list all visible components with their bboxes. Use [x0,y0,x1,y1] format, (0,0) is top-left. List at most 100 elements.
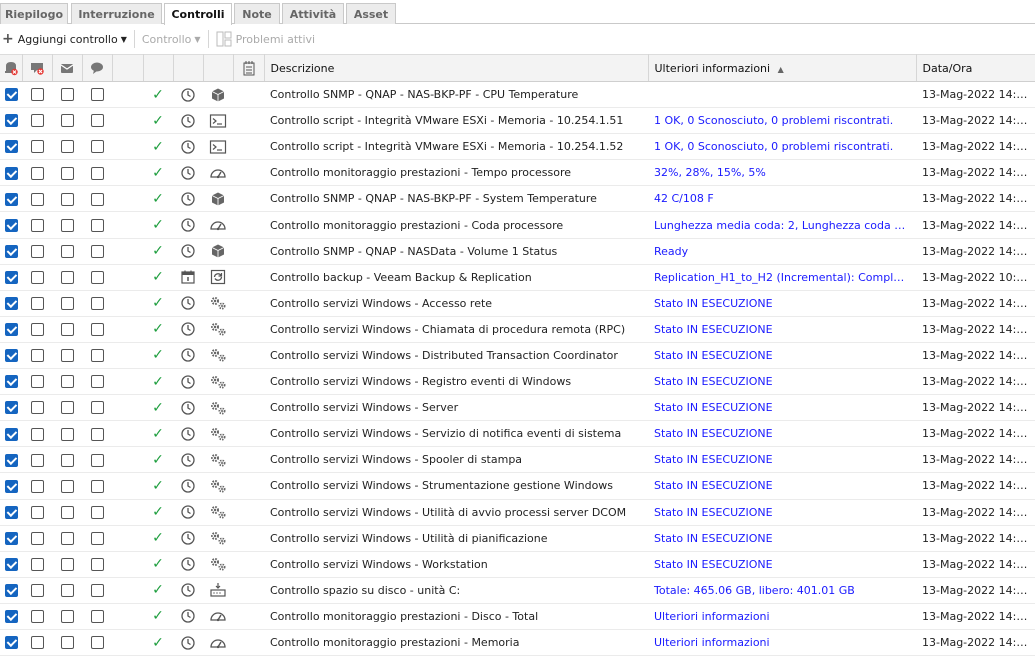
check-info-link[interactable]: Totale: 465.06 GB, libero: 401.01 GB [648,577,916,604]
alert-checkbox[interactable] [60,114,74,128]
check-info-link[interactable]: Ulteriori informazioni [648,629,916,656]
row-select-checkbox[interactable] [4,453,18,467]
alert-checkbox[interactable] [60,427,74,441]
alarm-checkbox[interactable] [30,427,44,441]
alarm-checkbox[interactable] [30,505,44,519]
alert-checkbox[interactable] [60,140,74,154]
alert-checkbox[interactable] [60,505,74,519]
alert-checkbox[interactable] [60,375,74,389]
alarm-checkbox[interactable] [30,192,44,206]
row-select-checkbox[interactable] [4,166,18,180]
check-info-link[interactable]: Stato IN ESECUZIONE [648,551,916,578]
row-select-checkbox[interactable] [4,323,18,337]
alarm-checkbox[interactable] [30,88,44,102]
alert-checkbox[interactable] [60,297,74,311]
row-select-checkbox[interactable] [4,88,18,102]
alert-checkbox[interactable] [60,218,74,232]
mail-checkbox[interactable] [90,610,104,624]
tab-attivita[interactable]: Attività [282,3,344,24]
mail-checkbox[interactable] [90,88,104,102]
row-select-checkbox[interactable] [4,636,18,650]
col-header-date[interactable]: Data/Ora [916,54,1035,82]
table-row[interactable]: ✓ Controllo servizi Windows - Servizio di… [0,420,1035,448]
row-select-checkbox[interactable] [4,584,18,598]
mail-checkbox[interactable] [90,401,104,415]
table-row[interactable]: ✓ Controllo servizi Windows - Registro ev… [0,368,1035,396]
col-header-alert[interactable] [22,54,53,82]
row-select-checkbox[interactable] [4,270,18,284]
add-check-button[interactable]: + Aggiungi controllo ▼ [0,28,130,50]
table-row[interactable]: ✓ Controllo monitoraggio prestazioni - Co… [0,211,1035,239]
col-header-notes[interactable] [233,54,265,82]
row-select-checkbox[interactable] [4,244,18,258]
alert-checkbox[interactable] [60,610,74,624]
row-select-checkbox[interactable] [4,192,18,206]
alert-checkbox[interactable] [60,166,74,180]
row-select-checkbox[interactable] [4,140,18,154]
table-row[interactable]: ✓ Controllo monitoraggio prestazioni - Me… [0,629,1035,656]
alert-checkbox[interactable] [60,453,74,467]
check-info-link[interactable]: Stato IN ESECUZIONE [648,420,916,448]
check-info-link[interactable]: Stato IN ESECUZIONE [648,446,916,474]
alert-checkbox[interactable] [60,584,74,598]
row-select-checkbox[interactable] [4,610,18,624]
check-info-link[interactable]: Stato IN ESECUZIONE [648,394,916,422]
mail-checkbox[interactable] [90,557,104,571]
table-row[interactable]: ✓ Controllo monitoraggio prestazioni - Te… [0,159,1035,187]
alert-checkbox[interactable] [60,401,74,415]
table-row[interactable]: ✓ Controllo servizi Windows - Utilità di … [0,525,1035,552]
tab-asset[interactable]: Asset [346,3,396,24]
alert-checkbox[interactable] [60,244,74,258]
mail-checkbox[interactable] [90,505,104,519]
alarm-checkbox[interactable] [30,140,44,154]
row-select-checkbox[interactable] [4,375,18,389]
row-select-checkbox[interactable] [4,297,18,311]
check-info-link[interactable]: Stato IN ESECUZIONE [648,499,916,526]
mail-checkbox[interactable] [90,323,104,337]
check-info-link[interactable]: 1 OK, 0 Sconosciuto, 0 problemi riscontr… [648,133,916,161]
check-info-link[interactable]: Stato IN ESECUZIONE [648,472,916,500]
check-info-link[interactable]: 42 C/108 F [648,185,916,213]
row-select-checkbox[interactable] [4,401,18,415]
check-info-link[interactable]: Replication_H1_to_H2 (Incremental): Comp… [648,264,916,291]
table-row[interactable]: ✓ Controllo spazio su disco - unità C: Tot… [0,577,1035,604]
table-row[interactable]: ✓ Controllo SNMP - QNAP - NAS-BKP-PF - Sy… [0,185,1035,213]
row-select-checkbox[interactable] [4,114,18,128]
table-row[interactable]: ✓ Controllo script - Integrità VMware ESX… [0,133,1035,161]
mail-checkbox[interactable] [90,140,104,154]
mail-checkbox[interactable] [90,297,104,311]
row-select-checkbox[interactable] [4,479,18,493]
mail-checkbox[interactable] [90,584,104,598]
alert-checkbox[interactable] [60,349,74,363]
alarm-checkbox[interactable] [30,270,44,284]
alert-checkbox[interactable] [60,479,74,493]
mail-checkbox[interactable] [90,270,104,284]
col-header-info[interactable]: Ulteriori informazioni ▲ [648,54,917,82]
alert-checkbox[interactable] [60,88,74,102]
mail-checkbox[interactable] [90,349,104,363]
alert-checkbox[interactable] [60,531,74,545]
check-info-link[interactable]: 32%, 28%, 15%, 5% [648,159,916,187]
table-row[interactable]: ✓ Controllo servizi Windows - Utilità di … [0,499,1035,526]
alarm-checkbox[interactable] [30,297,44,311]
mail-checkbox[interactable] [90,453,104,467]
mail-checkbox[interactable] [90,427,104,441]
table-row[interactable]: ✓ Controllo servizi Windows - Strumentazi… [0,472,1035,500]
alarm-checkbox[interactable] [30,244,44,258]
check-info-link[interactable]: 1 OK, 0 Sconosciuto, 0 problemi riscontr… [648,107,916,135]
row-select-checkbox[interactable] [4,218,18,232]
table-row[interactable]: ✓ Controllo servizi Windows - Workstation… [0,551,1035,578]
mail-checkbox[interactable] [90,531,104,545]
active-problems-button[interactable]: Problemi attivi [213,28,319,50]
check-info-link[interactable]: Stato IN ESECUZIONE [648,316,916,343]
table-row[interactable]: ✓ Controllo backup - Veeam Backup & Repli… [0,264,1035,291]
row-select-checkbox[interactable] [4,531,18,545]
alarm-checkbox[interactable] [30,375,44,389]
table-row[interactable]: ✓ Controllo monitoraggio prestazioni - Di… [0,603,1035,630]
alert-checkbox[interactable] [60,192,74,206]
alarm-checkbox[interactable] [30,349,44,363]
check-info-link[interactable]: Ulteriori informazioni [648,603,916,630]
mail-checkbox[interactable] [90,192,104,206]
check-info-link[interactable]: Ready [648,238,916,265]
tab-riepilogo[interactable]: Riepilogo [0,3,68,24]
